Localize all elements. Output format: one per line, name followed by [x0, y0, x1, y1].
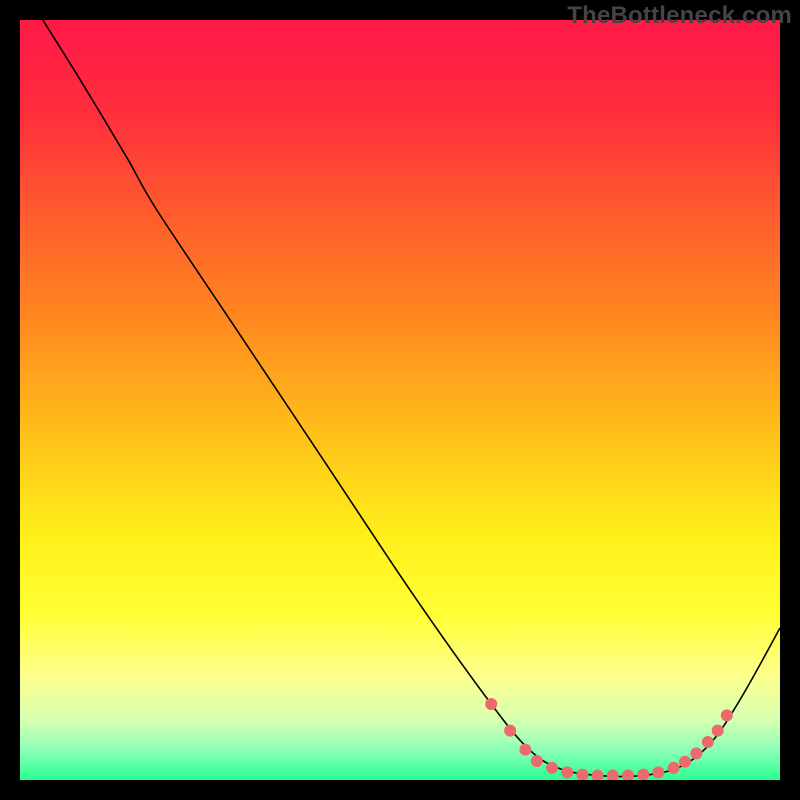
- highlight-marker: [712, 725, 724, 737]
- highlight-marker: [504, 725, 516, 737]
- chart-svg: [20, 20, 780, 780]
- highlight-marker: [485, 698, 497, 710]
- chart-frame: TheBottleneck.com: [0, 0, 800, 800]
- highlight-marker: [561, 766, 573, 778]
- highlight-marker: [702, 736, 714, 748]
- highlight-marker: [531, 755, 543, 767]
- highlight-marker: [546, 762, 558, 774]
- watermark-label: TheBottleneck.com: [567, 2, 792, 30]
- highlight-marker: [679, 756, 691, 768]
- plot-area: [20, 20, 780, 780]
- chart-background: [20, 20, 780, 780]
- highlight-marker: [519, 744, 531, 756]
- highlight-marker: [690, 747, 702, 759]
- highlight-marker: [652, 766, 664, 778]
- highlight-marker: [721, 709, 733, 721]
- highlight-marker: [668, 762, 680, 774]
